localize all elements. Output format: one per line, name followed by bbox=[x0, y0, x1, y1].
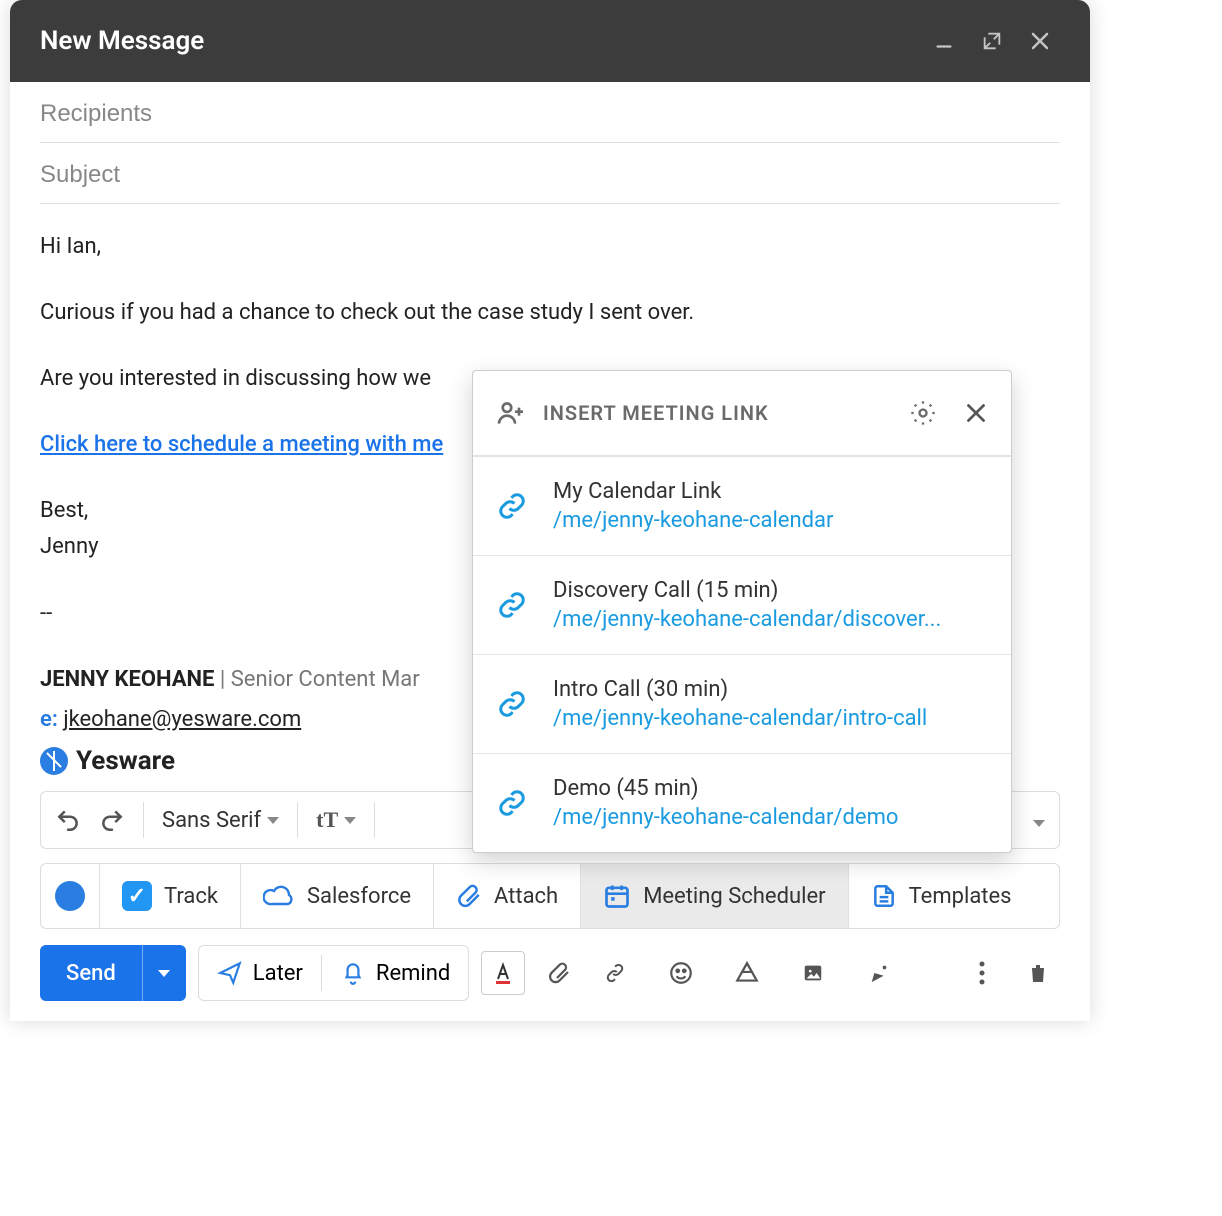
meeting-scheduler-button[interactable]: Meeting Scheduler bbox=[581, 864, 848, 928]
meeting-scheduler-label: Meeting Scheduler bbox=[643, 884, 825, 909]
salesforce-label: Salesforce bbox=[307, 884, 411, 909]
chevron-down-icon bbox=[1033, 820, 1045, 827]
insert-drive-button[interactable] bbox=[725, 951, 769, 995]
send-dropdown[interactable] bbox=[142, 945, 186, 1001]
link-icon bbox=[497, 788, 527, 818]
meeting-link-name: Discovery Call (15 min) bbox=[553, 578, 987, 603]
chevron-down-icon bbox=[344, 817, 356, 824]
close-button[interactable] bbox=[1020, 21, 1060, 61]
send-button[interactable]: Send bbox=[40, 945, 186, 1001]
send-later-icon bbox=[217, 960, 243, 986]
close-icon[interactable] bbox=[963, 400, 989, 426]
templates-button[interactable]: Templates bbox=[849, 864, 1034, 928]
minimize-button[interactable] bbox=[924, 21, 964, 61]
send-later-button[interactable]: Later bbox=[199, 946, 321, 1000]
formatting-more-dropdown[interactable] bbox=[1033, 808, 1045, 832]
header-fields bbox=[10, 82, 1090, 204]
gear-icon[interactable] bbox=[909, 399, 937, 427]
undo-button[interactable] bbox=[55, 807, 81, 833]
salesforce-button[interactable]: Salesforce bbox=[241, 864, 434, 928]
meeting-link-name: My Calendar Link bbox=[553, 479, 987, 504]
subject-input[interactable] bbox=[40, 161, 1060, 189]
insert-image-button[interactable] bbox=[791, 951, 835, 995]
add-person-icon bbox=[495, 397, 527, 429]
paperclip-icon bbox=[456, 882, 482, 910]
subject-row bbox=[40, 143, 1060, 204]
meeting-popup-header: INSERT MEETING LINK bbox=[473, 371, 1011, 457]
link-icon bbox=[497, 689, 527, 719]
schedule-meeting-link[interactable]: Click here to schedule a meeting with me bbox=[40, 432, 443, 457]
yesware-icon bbox=[55, 881, 85, 911]
templates-label: Templates bbox=[909, 884, 1012, 909]
calendar-icon bbox=[603, 882, 631, 910]
remind-button[interactable]: Remind bbox=[322, 946, 468, 1000]
meeting-link-name: Intro Call (30 min) bbox=[553, 677, 987, 702]
meeting-link-item[interactable]: Discovery Call (15 min) /me/jenny-keohan… bbox=[473, 556, 1011, 655]
recipients-row bbox=[40, 82, 1060, 143]
yesware-menu-button[interactable] bbox=[41, 864, 100, 928]
link-icon bbox=[497, 491, 527, 521]
font-size-glyph: tT bbox=[316, 807, 338, 833]
maximize-button[interactable] bbox=[972, 21, 1012, 61]
meeting-link-url: /me/jenny-keohane-calendar bbox=[553, 508, 987, 533]
meeting-link-item[interactable]: My Calendar Link /me/jenny-keohane-calen… bbox=[473, 457, 1011, 556]
yesware-brand-text: Yesware bbox=[76, 741, 175, 781]
cloud-icon bbox=[263, 884, 295, 908]
attach-button[interactable]: Attach bbox=[434, 864, 581, 928]
title-bar: New Message bbox=[10, 0, 1090, 82]
attach-label: Attach bbox=[494, 884, 558, 909]
insert-link-button[interactable] bbox=[593, 951, 637, 995]
yesware-mark-icon bbox=[40, 747, 68, 775]
later-label: Later bbox=[253, 961, 303, 986]
track-toggle[interactable]: ✓ Track bbox=[100, 864, 241, 928]
window-title: New Message bbox=[40, 26, 916, 56]
insert-emoji-button[interactable] bbox=[659, 951, 703, 995]
checkbox-checked-icon: ✓ bbox=[122, 881, 152, 911]
meeting-link-name: Demo (45 min) bbox=[553, 776, 987, 801]
meeting-link-url: /me/jenny-keohane-calendar/intro-call bbox=[553, 706, 987, 731]
yesware-toolbar: ✓ Track Salesforce Attach Meeting Schedu… bbox=[40, 863, 1060, 929]
signature-name: JENNY KEOHANE bbox=[40, 667, 214, 692]
chevron-down-icon bbox=[267, 817, 279, 824]
send-row: Send Later Remind bbox=[10, 929, 1090, 1021]
meeting-link-url: /me/jenny-keohane-calendar/discover... bbox=[553, 607, 987, 632]
body-p1: Curious if you had a chance to check out… bbox=[40, 296, 1060, 330]
recipients-input[interactable] bbox=[40, 100, 1060, 128]
compose-window: New Message Hi Ian, Curious if you had a… bbox=[10, 0, 1090, 1021]
redo-button[interactable] bbox=[99, 807, 125, 833]
meeting-link-item[interactable]: Intro Call (30 min) /me/jenny-keohane-ca… bbox=[473, 655, 1011, 754]
more-options-button[interactable] bbox=[960, 951, 1004, 995]
chevron-down-icon bbox=[158, 970, 170, 977]
signature-sep: | bbox=[214, 667, 230, 692]
remind-label: Remind bbox=[376, 961, 450, 986]
meeting-link-url: /me/jenny-keohane-calendar/demo bbox=[553, 805, 987, 830]
discard-draft-button[interactable] bbox=[1016, 951, 1060, 995]
signature-e-label: e: bbox=[40, 707, 58, 732]
font-family-label: Sans Serif bbox=[162, 808, 261, 833]
meeting-link-item[interactable]: Demo (45 min) /me/jenny-keohane-calendar… bbox=[473, 754, 1011, 852]
later-remind-group: Later Remind bbox=[198, 945, 470, 1001]
signature-role: Senior Content Mar bbox=[231, 667, 420, 692]
send-label: Send bbox=[40, 945, 142, 1001]
font-family-dropdown[interactable]: Sans Serif bbox=[162, 808, 279, 833]
bell-icon bbox=[340, 960, 366, 986]
text-color-button[interactable] bbox=[481, 951, 525, 995]
track-label: Track bbox=[164, 884, 218, 909]
meeting-popup-title: INSERT MEETING LINK bbox=[543, 401, 893, 425]
link-icon bbox=[497, 590, 527, 620]
attach-file-button[interactable] bbox=[537, 951, 581, 995]
font-size-dropdown[interactable]: tT bbox=[316, 807, 356, 833]
confidential-mode-button[interactable] bbox=[857, 951, 901, 995]
body-greeting: Hi Ian, bbox=[40, 230, 1060, 264]
insert-meeting-link-popup: INSERT MEETING LINK My Calendar Link /me… bbox=[472, 370, 1012, 853]
document-icon bbox=[871, 882, 897, 910]
signature-email[interactable]: jkeohane@yesware.com bbox=[63, 707, 301, 732]
